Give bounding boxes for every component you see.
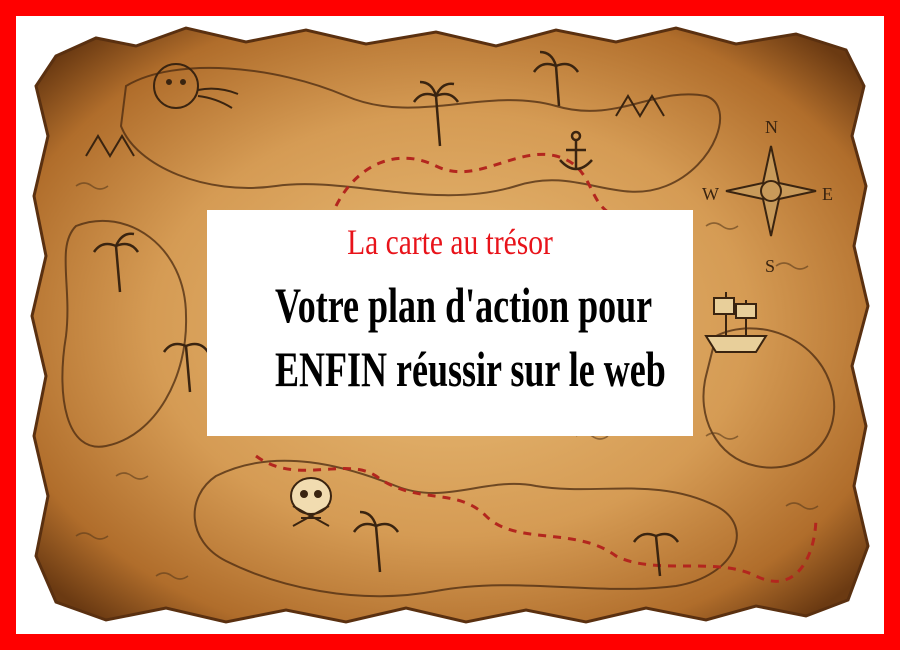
headline-line-1: Votre plan d'action pour: [275, 277, 653, 333]
title-banner: La carte au trésor Votre plan d'action p…: [207, 210, 693, 436]
compass-letter-north: N: [765, 117, 778, 137]
subtitle-text: La carte au trésor: [347, 222, 553, 262]
compass-letter-south: S: [765, 256, 775, 276]
headline-line-2: ENFIN réussir sur le web: [275, 341, 666, 397]
compass-letter-east: E: [822, 184, 833, 204]
compass-letter-west: W: [702, 184, 719, 204]
